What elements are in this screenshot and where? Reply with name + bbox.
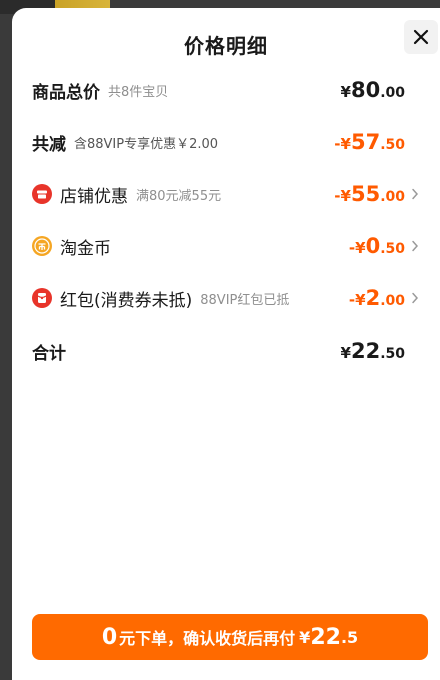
row-amount: -¥ 0.50 [348,234,405,258]
shop-badge-icon [32,184,52,204]
row-red-packet[interactable]: 红包(消费券未抵) 88VIP红包已抵 -¥ 2.00 [32,280,422,316]
row-note: 含88VIP专享优惠￥2.00 [74,136,219,152]
row-note: 88VIP红包已抵 [200,292,290,308]
sheet-title: 价格明细 [184,34,268,58]
row-label: 共减 [32,134,66,155]
red-packet-icon [32,288,52,308]
row-label: 店铺优惠 [60,186,128,207]
cta-currency: ¥ [299,627,311,647]
row-shop-discount[interactable]: 店铺优惠 满80元减55元 -¥ 55.00 [32,176,422,212]
row-label: 淘金币 [60,238,111,259]
row-note: 满80元减55元 [136,188,222,204]
chevron-right-icon [408,292,422,304]
row-note: 共8件宝贝 [108,84,169,100]
coin-icon [32,236,52,256]
row-label: 商品总价 [32,82,100,103]
cta-zero: 0 [101,624,118,650]
cta-amount-dec: .5 [340,627,359,647]
row-amount: -¥ 57.50 [334,130,405,154]
row-grand-total: 合计 ¥22.50 [32,333,422,369]
row-coin[interactable]: 淘金币 -¥ 0.50 [32,228,422,264]
chevron-right-icon [408,240,422,252]
price-detail-sheet: 价格明细 商品总价 共8件宝贝 ¥80.00 共减 含88VIP专享优惠￥2.0… [12,8,440,680]
cta-amount-int: 22 [310,624,341,650]
chevron-right-icon [408,188,422,200]
pay-later-order-button[interactable]: 0 元下单，确认收货后再付 ¥ 22 .5 [32,614,428,660]
close-icon [413,29,429,45]
close-button[interactable] [404,20,438,54]
row-item-total: 商品总价 共8件宝贝 ¥80.00 [32,72,422,108]
row-amount: -¥ 2.00 [348,286,405,310]
row-label: 红包(消费券未抵) [60,290,193,311]
row-label: 合计 [32,343,66,364]
row-amount: ¥22.50 [340,339,405,363]
cta-text: 元下单，确认收货后再付 [119,629,296,648]
row-amount: ¥80.00 [340,78,405,102]
row-total-reduction: 共减 含88VIP专享优惠￥2.00 -¥ 57.50 [32,124,422,160]
row-amount: -¥ 55.00 [334,182,405,206]
